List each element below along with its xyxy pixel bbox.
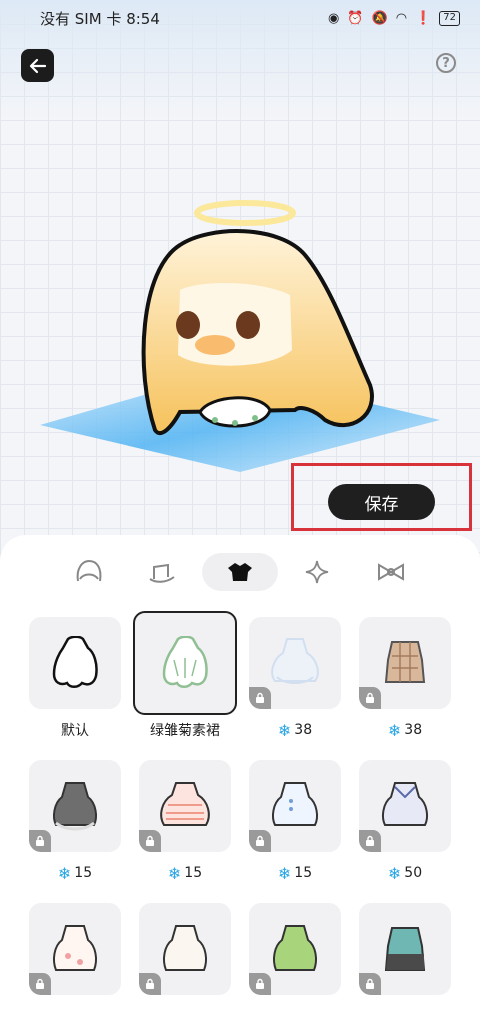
tab-effects[interactable] [298,553,336,591]
default-outfit-icon [52,636,98,688]
arrow-left-icon [29,58,46,73]
outfit-tile[interactable] [359,760,451,852]
outfit-price: ❄ 50 [387,863,423,883]
snowflake-icon: ❄ [277,863,292,883]
snowflake-icon: ❄ [277,720,292,740]
gray-dress-icon [53,782,97,831]
mute-icon: 🔕 [371,10,388,26]
outfit-item[interactable]: ❄ 15 [139,760,231,883]
outfit-tile[interactable] [139,760,231,852]
lock-icon [359,687,381,709]
lock-icon [249,687,271,709]
outfit-item[interactable]: ❄ 38 [359,617,451,740]
outfit-tile[interactable] [359,617,451,709]
outfit-price: ❄ 38 [277,720,313,740]
outfit-item[interactable]: ❄ 50 [359,760,451,883]
outfit-tile[interactable] [29,903,121,995]
hair-icon [76,559,102,582]
lock-icon [29,830,51,852]
tab-accessories[interactable] [372,553,410,591]
outfit-item-selected[interactable]: 绿雏菊素裙 [133,611,237,739]
outfit-tile[interactable] [29,760,121,852]
category-tabs [0,553,480,591]
character-illustration [40,200,440,472]
battery-icon: 72 [439,10,460,26]
lock-icon [249,830,271,852]
snowflake-icon: ❄ [167,863,182,883]
outfit-item[interactable] [359,903,451,995]
outfit-item[interactable]: 默认 [29,617,121,739]
status-icons: ◉ ⏰ 🔕 ◠ ❗ 72 [328,10,460,26]
tab-hat[interactable] [142,553,180,591]
outfit-tile[interactable] [249,903,341,995]
alert-icon: ❗ [415,10,432,26]
outfit-tile[interactable] [133,611,237,715]
outfit-tile[interactable] [29,617,121,709]
avatar-stage: 没有 SIM 卡 8:54 ◉ ⏰ 🔕 ◠ ❗ 72 ? 保存 [0,0,480,560]
alarm-icon: ⏰ [347,10,364,26]
help-button[interactable]: ? [436,53,456,73]
outfit-tile[interactable] [249,760,341,852]
snowflake-icon: ❄ [387,863,402,883]
green-dress-icon [273,925,317,971]
bow-icon [378,563,404,581]
hat-icon [149,563,175,583]
tab-hair[interactable] [70,553,108,591]
green-daisy-dress-icon [162,636,208,688]
lock-icon [249,973,271,995]
outfit-item[interactable]: ❄ 38 [249,617,341,740]
outfit-item[interactable] [139,903,231,995]
lock-icon [359,973,381,995]
save-button[interactable]: 保存 [328,484,435,520]
wifi-icon: ◠ [395,10,408,26]
outfit-price: ❄ 15 [277,863,313,883]
clothes-icon [228,563,252,581]
outfit-price: ❄ 15 [167,863,203,883]
status-bar: 没有 SIM 卡 8:54 ◉ ⏰ 🔕 ◠ ❗ 72 [0,0,480,36]
outfit-tile[interactable] [249,617,341,709]
lock-icon [359,830,381,852]
floral-dress-icon [53,925,97,971]
sailor-dress-icon [382,782,428,826]
outfit-tile[interactable] [139,903,231,995]
blue-lace-dress-icon [271,638,319,684]
outfit-sheet: 默认 绿雏菊素裙 ❄ 38 ❄ 38 ❄ 15 ❄ 15 ❄ 15 ❄ 50 [0,535,480,1027]
outfit-item[interactable]: ❄ 15 [249,760,341,883]
light-blue-dress-icon [272,782,318,826]
snowflake-icon: ❄ [57,863,72,883]
outfit-label: 默认 [61,723,89,739]
snowflake-icon: ❄ [387,720,402,740]
plaid-coat-icon [384,641,426,683]
outfit-label: 绿雏菊素裙 [150,723,220,739]
outfit-tile[interactable] [359,903,451,995]
back-button[interactable] [21,49,54,82]
lock-icon [139,973,161,995]
eye-icon: ◉ [328,10,340,26]
pink-stripe-dress-icon [160,782,210,826]
outfit-price: ❄ 38 [387,720,423,740]
outfit-item[interactable] [249,903,341,995]
sparkle-icon [305,560,329,584]
status-carrier-time: 没有 SIM 卡 8:54 [40,9,160,28]
tab-clothes[interactable] [202,553,278,591]
cream-dress-icon [163,925,207,971]
lock-icon [29,973,51,995]
uniform-icon [384,927,426,971]
outfit-item[interactable] [29,903,121,995]
lock-icon [139,830,161,852]
outfit-item[interactable]: ❄ 15 [29,760,121,883]
outfit-price: ❄ 15 [57,863,93,883]
